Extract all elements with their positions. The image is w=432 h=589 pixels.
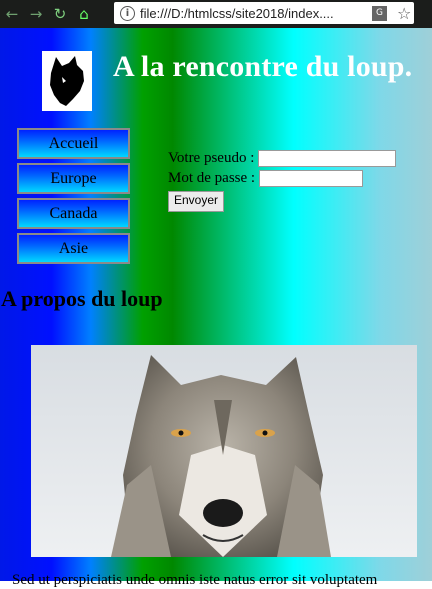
login-form: Votre pseudo : Mot de passe : Envoyer [168, 148, 397, 212]
password-label: Mot de passe : [168, 169, 256, 186]
page-content: A la rencontre du loup. Accueil Europe C… [0, 28, 432, 588]
submit-button[interactable]: Envoyer [168, 191, 225, 212]
pseudo-input[interactable] [258, 149, 397, 167]
translate-icon[interactable]: G [372, 5, 387, 21]
pseudo-label: Votre pseudo : [168, 149, 255, 166]
menu-item-asie[interactable]: Asie [17, 233, 130, 264]
url-text[interactable]: file:///D:/htmlcss/site2018/index.... [140, 6, 362, 21]
section-title: A propos du loup [1, 286, 163, 311]
back-icon[interactable]: ← [0, 5, 24, 23]
home-icon[interactable]: ⌂ [72, 5, 96, 23]
info-icon[interactable]: i [120, 5, 135, 21]
forward-icon[interactable]: → [24, 5, 48, 23]
password-input[interactable] [259, 169, 364, 187]
wolf-photo [31, 345, 417, 557]
reload-icon[interactable]: ↻ [48, 5, 72, 23]
star-icon[interactable]: ☆ [397, 4, 411, 23]
address-bar[interactable]: i file:///D:/htmlcss/site2018/index.... … [114, 2, 414, 24]
menu-item-canada[interactable]: Canada [17, 198, 130, 229]
browser-toolbar: ← → ↻ ⌂ i file:///D:/htmlcss/site2018/in… [0, 0, 432, 28]
menu-item-accueil[interactable]: Accueil [17, 128, 130, 159]
wolf-logo [42, 51, 92, 111]
page-title: A la rencontre du loup. [113, 50, 413, 83]
main-menu: Accueil Europe Canada Asie [17, 128, 130, 268]
menu-item-europe[interactable]: Europe [17, 163, 130, 194]
